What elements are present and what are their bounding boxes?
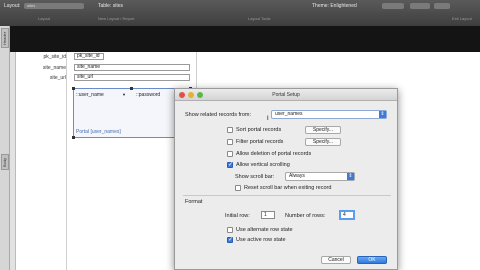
active-row-state-checkbox[interactable]: [227, 236, 233, 243]
reset-scrollbar-checkbox[interactable]: [235, 185, 241, 191]
allow-deletion-checkbox[interactable]: [227, 151, 233, 157]
portal-caption: Portal [user_names]: [76, 129, 121, 135]
layout-tools-link[interactable]: Layout Tools: [248, 16, 270, 21]
layout-label: Layout:: [4, 3, 21, 9]
table-label: Table: sites: [98, 3, 124, 9]
dialog-title: Portal Setup: [272, 92, 300, 98]
header-part[interactable]: [10, 26, 480, 52]
theme-label: Theme: Enlightened: [312, 3, 357, 9]
sort-specify-button[interactable]: Specify...: [305, 126, 341, 134]
show-scrollbar-label: Show scroll bar:: [235, 174, 275, 180]
portal-setup-dialog: Portal Setup Show related records from: …: [174, 88, 398, 270]
toolbar-button[interactable]: [410, 3, 430, 9]
guide-line: [66, 52, 67, 270]
resize-handle[interactable]: [130, 87, 133, 90]
filter-portal-label: Filter portal records: [236, 139, 284, 145]
layout-select[interactable]: sites: [24, 3, 84, 9]
related-records-label: Show related records from:: [185, 112, 252, 118]
sort-portal-checkbox[interactable]: [227, 127, 233, 133]
resize-handle[interactable]: [72, 87, 75, 90]
section-divider: [183, 195, 391, 196]
dialog-title-bar: Portal Setup: [175, 89, 397, 101]
new-layout-link[interactable]: New Layout / Report: [98, 16, 134, 21]
alternate-row-state-label: Use alternate row state: [236, 227, 293, 233]
field-box[interactable]: pk_site_id: [74, 53, 104, 60]
field-label: site_name: [42, 65, 66, 71]
toolbar-button[interactable]: [434, 3, 450, 9]
layout-toolbar: Layout: sites Table: sites Theme: Enligh…: [0, 0, 480, 26]
show-scrollbar-value: Always: [289, 173, 305, 179]
resize-handle[interactable]: [72, 136, 75, 139]
part-sidebar: Header Body: [0, 26, 10, 270]
related-records-value: user_names: [275, 111, 303, 117]
initial-row-input[interactable]: 1: [261, 211, 275, 219]
filter-specify-button[interactable]: Specify...: [305, 138, 341, 146]
minimize-window-icon[interactable]: [188, 92, 194, 98]
cancel-button[interactable]: Cancel: [321, 256, 351, 264]
exit-layout-button[interactable]: Exit Layout: [452, 16, 472, 21]
portal-field-password[interactable]: ::password: [136, 92, 160, 98]
active-row-state-label: Use active row state: [236, 237, 286, 243]
layout-tab[interactable]: Layout: [38, 16, 50, 21]
reset-scrollbar-label: Reset scroll bar when exiting record: [244, 185, 332, 191]
theme-button[interactable]: [382, 3, 404, 9]
sort-portal-label: Sort portal records: [236, 127, 282, 133]
alternate-row-state-checkbox[interactable]: [227, 227, 233, 233]
field-box[interactable]: site_name: [74, 64, 190, 71]
body-part-tab[interactable]: Body: [1, 154, 9, 170]
number-of-rows-label: Number of rows:: [285, 213, 326, 219]
close-window-icon[interactable]: [179, 92, 185, 98]
format-section-label: Format: [185, 199, 203, 205]
header-part-tab[interactable]: Header: [1, 28, 9, 48]
field-label: site_url: [49, 75, 66, 81]
allow-deletion-label: Allow deletion of portal records: [236, 151, 312, 157]
field-label: pk_site_id: [43, 54, 66, 60]
dropdown-marker-icon: ▼: [122, 92, 126, 97]
allow-scrolling-label: Allow vertical scrolling: [236, 162, 290, 168]
number-of-rows-input[interactable]: 4: [339, 210, 355, 220]
ok-button[interactable]: OK: [357, 256, 387, 264]
related-records-select[interactable]: user_names ⇕: [271, 110, 387, 119]
field-box[interactable]: site_url: [74, 74, 190, 81]
show-scrollbar-select[interactable]: Always ⇕: [285, 172, 355, 181]
allow-scrolling-checkbox[interactable]: [227, 161, 233, 168]
select-arrows-icon: ⇕: [379, 111, 386, 118]
filter-portal-checkbox[interactable]: [227, 139, 233, 145]
zoom-window-icon[interactable]: [197, 92, 203, 98]
mouse-cursor-icon: I: [267, 116, 269, 122]
initial-row-label: Initial row:: [225, 213, 250, 219]
select-arrows-icon: ⇕: [347, 173, 354, 180]
portal-field-user-name[interactable]: ::user_name: [76, 92, 104, 98]
